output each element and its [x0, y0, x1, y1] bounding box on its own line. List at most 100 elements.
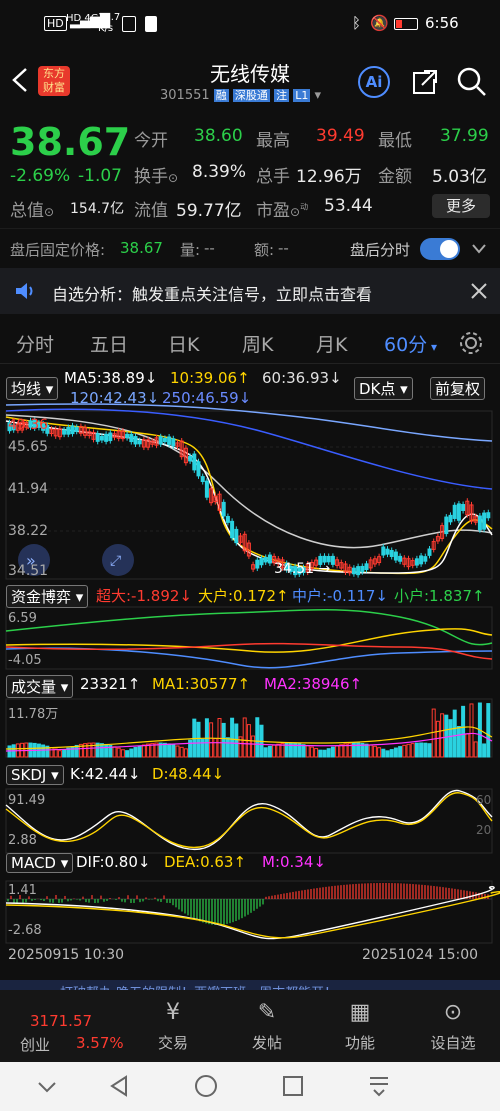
tab-timeshare[interactable]: 分时 — [16, 330, 54, 357]
nav-recents-icon[interactable] — [282, 1075, 304, 1097]
volume-bar — [104, 743, 109, 758]
tab-five-day[interactable]: 五日 — [90, 330, 128, 357]
volume-bar — [120, 749, 125, 758]
after-hours-vol: -- — [204, 239, 215, 257]
skdj-axis-top: 91.49 — [8, 793, 46, 808]
nav-post[interactable]: ✎ 发帖 — [232, 1000, 302, 1053]
low-value: 37.99 — [440, 126, 489, 146]
volume-bar — [162, 742, 167, 758]
candles — [7, 417, 491, 578]
skdj-indicator-select[interactable]: SKDJ ▾ — [6, 765, 64, 785]
volume-bar — [456, 725, 461, 758]
notice-bar[interactable]: 自选分析：触发重点关注信号，立即点击查看 — [0, 268, 500, 314]
volume-bar — [200, 738, 205, 758]
m-legend: M:0.34↓ — [262, 853, 326, 871]
volume-bar — [209, 722, 214, 758]
volume-bar — [335, 745, 340, 758]
after-hours-toggle[interactable] — [420, 238, 460, 260]
change-percent: -2.69% — [10, 166, 71, 186]
tab-monthly-k[interactable]: 月K — [316, 330, 347, 357]
chevron-down-icon[interactable]: ▾ — [314, 88, 321, 103]
after-hours-timeshare-label: 盘后分时 — [350, 241, 411, 259]
macd-bars — [7, 883, 489, 925]
volume-bar — [326, 748, 331, 758]
kline-chart[interactable]: 均线 ▾ MA5:38.89↓ 10:39.06↑ 60:36.93↓ 120:… — [0, 365, 500, 975]
tab-weekly-k[interactable]: 周K — [242, 330, 273, 357]
system-nav — [0, 1062, 500, 1111]
volume-bar — [448, 719, 453, 758]
volume-bar — [116, 747, 121, 758]
mid-legend: 中户:-0.117↓ — [292, 587, 388, 605]
nav-back-icon[interactable] — [108, 1074, 130, 1098]
tab-daily-k[interactable]: 日K — [168, 330, 199, 357]
stock-code: 301551 — [160, 88, 210, 103]
volume-bar — [230, 717, 235, 758]
volume-bar — [301, 744, 306, 758]
open-label: 今开 — [134, 131, 168, 151]
more-button[interactable]: 更多 — [432, 194, 490, 218]
volume-bar — [372, 745, 377, 758]
macd-indicator-select[interactable]: MACD ▾ — [6, 853, 74, 873]
price-axis-3: 38.22 — [8, 523, 49, 539]
index-value[interactable]: 3171.57 — [30, 1012, 92, 1030]
after-hours-price-label: 盘后固定价格: — [10, 241, 106, 259]
mktcap-value: 154.7亿 — [70, 201, 125, 217]
volume-bar — [322, 749, 327, 758]
nav-menu-icon[interactable] — [368, 1074, 390, 1098]
notification-icon — [145, 16, 157, 32]
index-change[interactable]: 3.57% — [76, 1034, 124, 1052]
super-line — [5, 609, 493, 646]
turnover-value: 8.39% — [192, 162, 247, 182]
volume-bar — [251, 735, 256, 758]
close-icon[interactable] — [470, 282, 488, 300]
skdj-axis-right-1: 60 — [476, 793, 492, 807]
share-icon[interactable] — [410, 67, 440, 97]
sim-icon — [122, 16, 136, 32]
settings-icon[interactable] — [458, 330, 484, 356]
mute-icon: 🔕 — [370, 14, 389, 32]
nav-collapse-icon[interactable] — [36, 1077, 58, 1097]
chart-canvas: » ⤢ — [5, 403, 500, 944]
nav-home-icon[interactable] — [194, 1074, 218, 1098]
fund-indicator-select[interactable]: 资金博弈 ▾ — [6, 585, 89, 608]
skdj-axis-bottom: 2.88 — [8, 833, 37, 848]
nav-watchlist-settings[interactable]: ⊙ 设自选 — [418, 1000, 488, 1053]
volume-bar — [234, 723, 239, 758]
nav-trade[interactable]: ¥ 交易 — [138, 1000, 208, 1053]
volume-bar — [137, 745, 142, 758]
notice-text[interactable]: 自选分析：触发重点关注信号，立即点击查看 — [52, 281, 372, 305]
volume-bar — [276, 743, 281, 758]
macd-axis-bottom: -2.68 — [8, 923, 42, 938]
chevron-down-icon[interactable] — [470, 241, 488, 257]
low-marker: 34.51 → — [274, 561, 331, 577]
volume-bar — [452, 709, 457, 758]
volume-bar — [74, 744, 79, 758]
after-hours-vol-label: 量: — [180, 241, 201, 259]
volume-bar — [62, 749, 67, 758]
index-name[interactable]: 创业 — [20, 1034, 50, 1055]
volume-bar — [41, 744, 46, 758]
net-speed: 15.7 K/s — [98, 12, 121, 34]
volume-bar — [225, 737, 230, 758]
search-icon[interactable] — [456, 66, 488, 98]
volume-bar — [364, 743, 369, 758]
fund-axis-top: 6.59 — [8, 611, 37, 626]
skdj-k-legend: K:42.44↓ — [70, 765, 141, 783]
volume-bar — [183, 748, 188, 758]
volume-indicator-select[interactable]: 成交量 ▾ — [6, 675, 74, 698]
volume-bar — [221, 722, 226, 758]
volume-bar — [133, 747, 138, 758]
volume-axis-top: 11.78万 — [8, 707, 59, 722]
volume-bar — [410, 743, 415, 758]
ai-button[interactable]: Ai — [358, 66, 390, 98]
volume-bar — [473, 741, 478, 758]
volume-bar — [263, 747, 268, 758]
grid-icon: ▦ — [349, 1000, 371, 1025]
price-axis-1: 45.65 — [8, 439, 49, 455]
date-end: 20251024 15:00 — [362, 947, 479, 963]
nav-functions[interactable]: ▦ 功能 — [325, 1000, 395, 1053]
dif-legend: DIF:0.80↓ — [76, 853, 151, 871]
volume-bar — [330, 746, 335, 758]
dea-legend: DEA:0.63↑ — [164, 853, 247, 871]
tab-60min[interactable]: 60分 ▾ — [384, 330, 437, 357]
